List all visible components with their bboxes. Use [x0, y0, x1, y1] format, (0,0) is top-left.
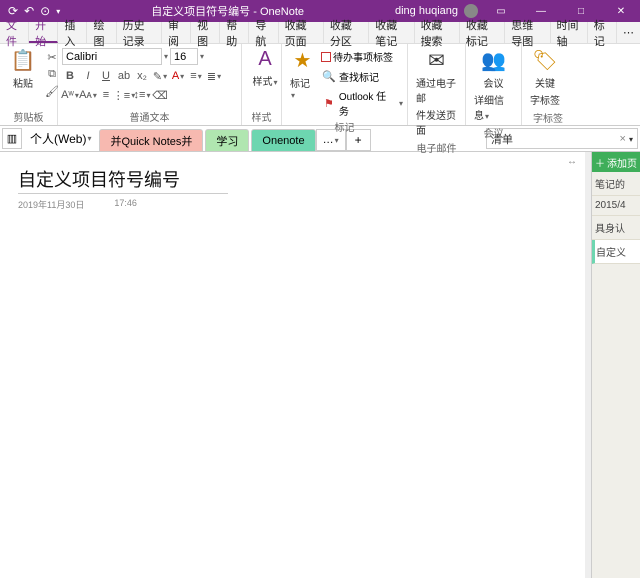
bullets-icon[interactable]: ≡: [188, 68, 204, 84]
clear-format-icon[interactable]: Aʷ: [62, 87, 78, 103]
tab-favpage[interactable]: 收藏页面: [279, 22, 324, 43]
page-date[interactable]: 2019年11月30日: [18, 198, 84, 211]
underline-icon[interactable]: U: [98, 68, 114, 84]
tab-favsearch[interactable]: 收藏搜索: [415, 22, 460, 43]
ribbon-group-styles: A 样式 样式: [242, 44, 282, 125]
page-list-item[interactable]: 2015/4: [592, 196, 640, 216]
font-name-input[interactable]: [62, 48, 162, 65]
page-list-item[interactable]: 笔记的: [592, 172, 640, 196]
meeting-icon: 👥: [481, 48, 506, 73]
group-label-font: 普通文本: [62, 108, 237, 125]
menu-bar: 文件 开始 插入 绘图 历史记录 审阅 视图 帮助 导航 收藏页面 收藏分区 收…: [0, 22, 640, 44]
numbering-icon[interactable]: ≣: [206, 68, 222, 84]
ribbon-group-meeting: 👥 会议 详细信息 会议: [466, 44, 522, 125]
clear-icon[interactable]: ⌫: [152, 87, 168, 103]
spacing-icon[interactable]: ↕≡: [134, 87, 150, 103]
envelope-icon: ✉: [428, 48, 445, 73]
tab-start[interactable]: 开始: [29, 22, 58, 43]
tab-review[interactable]: 审阅: [162, 22, 191, 43]
ribbon-group-font: ▾ ▾ B I U ab x₂ ✎ A ≡ ≣ Aʷ Aᴀ ≡ ⋮≡ ↕≡: [58, 44, 242, 125]
ribbon-group-keyword: 🏷 关键 字标签 字标签: [522, 44, 574, 125]
strike-icon[interactable]: ab: [116, 68, 132, 84]
group-label-clipboard: 剪贴板: [4, 108, 53, 125]
add-page-button[interactable]: ＋添加页: [592, 152, 640, 172]
tag-label: 标记: [290, 75, 315, 101]
tab-insert[interactable]: 插入: [58, 22, 87, 43]
page-title-input[interactable]: [18, 164, 228, 194]
styles-icon: A: [258, 48, 271, 71]
styles-button[interactable]: A 样式: [246, 46, 284, 90]
tab-history[interactable]: 历史记录: [117, 22, 162, 43]
ribbon-group-clipboard: 📋 粘贴 ✂ ⧉ 🖌 剪贴板: [0, 44, 58, 125]
flag-icon: ⚑: [321, 95, 337, 111]
keyword-button[interactable]: 🏷 关键 字标签: [526, 46, 564, 109]
email-page-button[interactable]: ✉ 通过电子邮 件发送页面: [412, 46, 461, 139]
main-area: ↔ 2019年11月30日 17:46 ＋添加页 笔记的 2015/4 具身认 …: [0, 152, 640, 578]
section-tab-quicknotes[interactable]: 并Quick Notes并: [99, 129, 203, 151]
label-icon: 🏷: [532, 48, 557, 73]
page-list-item-selected[interactable]: 自定义: [592, 240, 640, 264]
subscript-icon[interactable]: x₂: [134, 68, 150, 84]
tab-mark[interactable]: 标记: [588, 22, 617, 43]
tab-mindnav[interactable]: 思维导图: [505, 22, 550, 43]
paste-button[interactable]: 📋 粘贴: [4, 46, 42, 92]
notebook-selector[interactable]: 个人(Web): [24, 126, 97, 151]
user-name[interactable]: ding huqiang: [395, 5, 458, 17]
menu-overflow[interactable]: ⋯: [617, 22, 640, 43]
page-canvas[interactable]: ↔ 2019年11月30日 17:46: [0, 152, 585, 578]
group-label-meeting: 会议: [470, 124, 517, 141]
tab-help[interactable]: 帮助: [220, 22, 249, 43]
search-clear-icon[interactable]: ×: [619, 133, 625, 145]
tab-favtag[interactable]: 收藏标记: [460, 22, 505, 43]
tab-draw[interactable]: 绘图: [87, 22, 116, 43]
tab-view[interactable]: 视图: [191, 22, 220, 43]
tab-file[interactable]: 文件: [0, 22, 29, 43]
group-label-keyword: 字标签: [526, 109, 570, 126]
font-size-input[interactable]: [170, 48, 198, 65]
align-icon[interactable]: ≡: [98, 87, 114, 103]
notebook-icon[interactable]: ▥: [2, 128, 22, 149]
meeting-button[interactable]: 👥 会议 详细信息: [470, 46, 517, 124]
todo-tag-button[interactable]: 待办事项标签: [321, 49, 403, 64]
group-label-styles: 样式: [246, 108, 277, 125]
styles-label: 样式: [252, 73, 277, 88]
search-icon: 🔍: [321, 68, 337, 84]
page-list-panel: ＋添加页 笔记的 2015/4 具身认 自定义: [591, 152, 640, 578]
page-time[interactable]: 17:46: [114, 198, 137, 211]
tag-icon: ★: [294, 48, 312, 73]
page-list-item[interactable]: 具身认: [592, 216, 640, 240]
highlight-icon[interactable]: ✎: [152, 68, 168, 84]
search-dropdown-icon[interactable]: ▾: [629, 135, 633, 144]
group-label-tags: 标记: [286, 118, 403, 135]
paste-label: 粘贴: [13, 75, 33, 90]
tab-favsection[interactable]: 收藏分区: [324, 22, 369, 43]
tab-favnotebook[interactable]: 收藏笔记: [369, 22, 414, 43]
ribbon: 📋 粘贴 ✂ ⧉ 🖌 剪贴板 ▾ ▾ B I U ab: [0, 44, 640, 126]
italic-icon[interactable]: I: [80, 68, 96, 84]
tab-timeaxis[interactable]: 时间轴: [551, 22, 588, 43]
section-tab-study[interactable]: 学习: [205, 129, 249, 151]
scroll-handle-icon[interactable]: ↔: [567, 156, 577, 167]
ribbon-group-email: ✉ 通过电子邮 件发送页面 电子邮件: [408, 44, 466, 125]
tag-button[interactable]: ★ 标记: [286, 46, 319, 103]
font-color-icon[interactable]: A: [170, 68, 186, 84]
find-tags-button[interactable]: 🔍查找标记: [321, 68, 403, 84]
list-icon[interactable]: ⋮≡: [116, 87, 132, 103]
indent-left-icon[interactable]: Aᴀ: [80, 87, 96, 103]
paste-icon: 📋: [11, 48, 36, 73]
ribbon-group-tags: ★ 标记 待办事项标签 🔍查找标记 ⚑Outlook 任务 标记: [282, 44, 408, 125]
outlook-tasks-button[interactable]: ⚑Outlook 任务: [321, 88, 403, 118]
tab-nav[interactable]: 导航: [249, 22, 278, 43]
undo-icon[interactable]: ↶: [24, 4, 34, 18]
checkbox-icon: [321, 52, 331, 62]
bold-icon[interactable]: B: [62, 68, 78, 84]
